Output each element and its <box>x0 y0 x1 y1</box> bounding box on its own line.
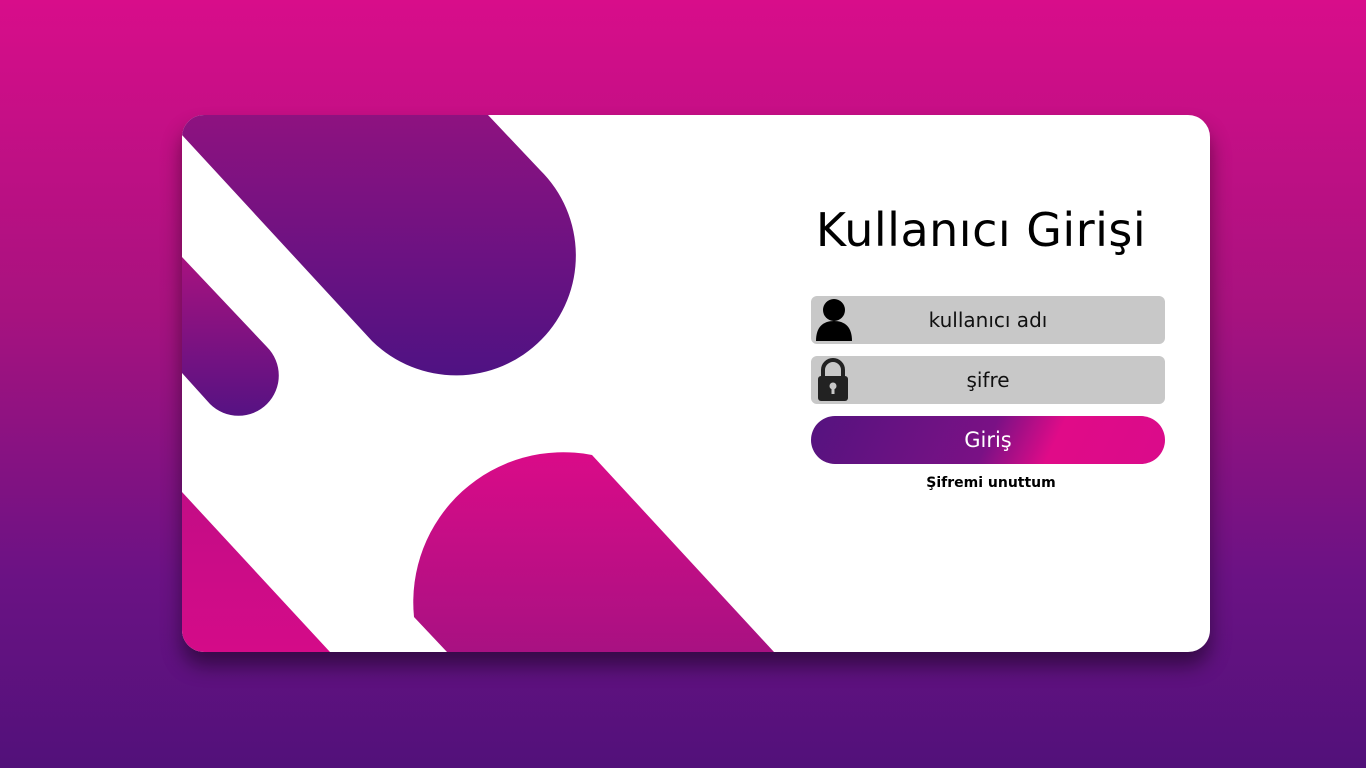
forgot-password-link[interactable]: Şifremi unuttum <box>811 475 1171 491</box>
password-input[interactable] <box>855 356 1165 404</box>
small-pill-shape <box>182 257 279 416</box>
padlock-icon <box>811 356 855 404</box>
login-button[interactable]: Giriş <box>811 416 1165 464</box>
password-field[interactable] <box>811 356 1165 404</box>
login-title: Kullanıcı Girişi <box>815 203 1147 257</box>
username-input[interactable] <box>855 296 1165 344</box>
username-field[interactable] <box>811 296 1165 344</box>
pink-pill-shape <box>413 452 774 652</box>
corner-wedge-shape <box>182 492 330 652</box>
user-silhouette-icon <box>811 296 855 344</box>
